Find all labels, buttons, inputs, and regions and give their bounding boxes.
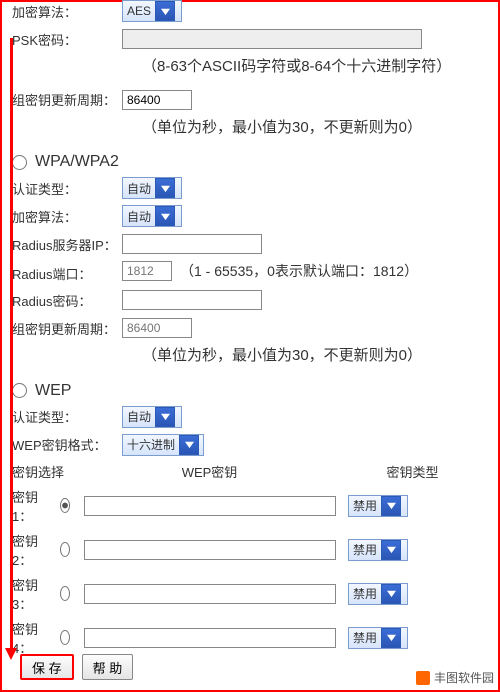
radius-port-label: Radius端口： — [12, 261, 122, 283]
wpa-group-period-input[interactable] — [122, 318, 192, 338]
wep-radio[interactable] — [12, 383, 27, 398]
encrypt-algo-label: 加密算法： — [12, 2, 122, 21]
wpa-period-hint: （单位为秒，最小值为30，不更新则为0） — [142, 345, 488, 368]
dropdown-arrow-icon — [155, 206, 175, 226]
wep-section-title: WEP — [35, 382, 71, 400]
dropdown-arrow-icon — [381, 496, 401, 516]
wep-key-type-select[interactable]: 禁用 — [348, 495, 408, 517]
psk-hint-text: （8-63个ASCII码字符或8-64个十六进制字符） — [142, 56, 488, 79]
wpa-auth-select[interactable]: 自动 — [122, 177, 182, 199]
dropdown-arrow-icon — [155, 178, 175, 198]
wep-col-type: 密钥类型 — [337, 462, 488, 481]
dropdown-arrow-icon — [381, 628, 401, 648]
encrypt-algo-value: AES — [127, 4, 151, 18]
dropdown-arrow-icon — [381, 540, 401, 560]
wep-key-radio[interactable] — [60, 498, 70, 513]
wep-key-type-select[interactable]: 禁用 — [348, 583, 408, 605]
wep-key-label: 密钥 2： — [12, 531, 60, 569]
wpa-enc-label: 加密算法： — [12, 207, 122, 226]
wep-key-label: 密钥 4： — [12, 619, 60, 657]
save-button[interactable]: 保 存 — [20, 654, 74, 680]
wpa-auth-label: 认证类型： — [12, 179, 122, 198]
wep-fmt-label: WEP密钥格式： — [12, 435, 122, 454]
group-key-period-input[interactable] — [122, 90, 192, 110]
wpa-group-period-label: 组密钥更新周期： — [12, 319, 122, 338]
wep-key-radio[interactable] — [60, 542, 70, 557]
wep-fmt-select[interactable]: 十六进制 — [122, 434, 204, 456]
radius-pw-label: Radius密码： — [12, 291, 122, 310]
wpa-enc-value: 自动 — [127, 208, 151, 225]
watermark: 丰图软件园 — [416, 669, 494, 686]
wep-key-input[interactable] — [84, 496, 336, 516]
wep-key-type-value: 禁用 — [353, 541, 377, 558]
wep-key-type-select[interactable]: 禁用 — [348, 539, 408, 561]
watermark-logo-icon — [416, 671, 430, 685]
help-button[interactable]: 帮 助 — [82, 654, 134, 680]
wpa-radio[interactable] — [12, 155, 27, 170]
wep-key-type-value: 禁用 — [353, 585, 377, 602]
group-key-period-label: 组密钥更新周期： — [12, 90, 122, 109]
encrypt-algo-select[interactable]: AES — [122, 0, 182, 22]
dropdown-arrow-icon — [155, 407, 175, 427]
radius-port-input[interactable] — [122, 261, 172, 281]
wep-key-row: 密钥 1： 禁用 — [12, 487, 488, 525]
wep-key-row: 密钥 4： 禁用 — [12, 619, 488, 657]
wpa-enc-select[interactable]: 自动 — [122, 205, 182, 227]
dropdown-arrow-icon — [179, 435, 199, 455]
wep-auth-select[interactable]: 自动 — [122, 406, 182, 428]
radius-pw-input[interactable] — [122, 290, 262, 310]
wep-key-input[interactable] — [84, 584, 336, 604]
wep-key-radio[interactable] — [60, 630, 70, 645]
wep-key-label: 密钥 3： — [12, 575, 60, 613]
wep-col-select: 密钥选择 — [12, 462, 82, 481]
dropdown-arrow-icon — [155, 1, 175, 21]
wep-auth-value: 自动 — [127, 408, 151, 425]
radius-port-hint: （1 - 65535，0表示默认端口：1812） — [180, 261, 418, 281]
wep-key-radio[interactable] — [60, 586, 70, 601]
wep-key-type-select[interactable]: 禁用 — [348, 627, 408, 649]
psk-password-input[interactable] — [122, 29, 422, 49]
wep-fmt-value: 十六进制 — [127, 436, 175, 453]
wep-key-input[interactable] — [84, 540, 336, 560]
wpa-section-title: WPA/WPA2 — [35, 153, 119, 171]
wep-key-row: 密钥 3： 禁用 — [12, 575, 488, 613]
wep-key-type-value: 禁用 — [353, 629, 377, 646]
radius-ip-input[interactable] — [122, 234, 262, 254]
wep-key-type-value: 禁用 — [353, 497, 377, 514]
wpa-auth-value: 自动 — [127, 180, 151, 197]
wep-col-key: WEP密钥 — [82, 462, 337, 481]
group-period-hint: （单位为秒，最小值为30，不更新则为0） — [142, 117, 488, 140]
watermark-text: 丰图软件园 — [434, 669, 494, 686]
wep-auth-label: 认证类型： — [12, 407, 122, 426]
psk-password-label: PSK密码： — [12, 30, 122, 49]
wep-key-input[interactable] — [84, 628, 336, 648]
wep-key-row: 密钥 2： 禁用 — [12, 531, 488, 569]
dropdown-arrow-icon — [381, 584, 401, 604]
radius-ip-label: Radius服务器IP： — [12, 235, 122, 254]
wep-key-label: 密钥 1： — [12, 487, 60, 525]
